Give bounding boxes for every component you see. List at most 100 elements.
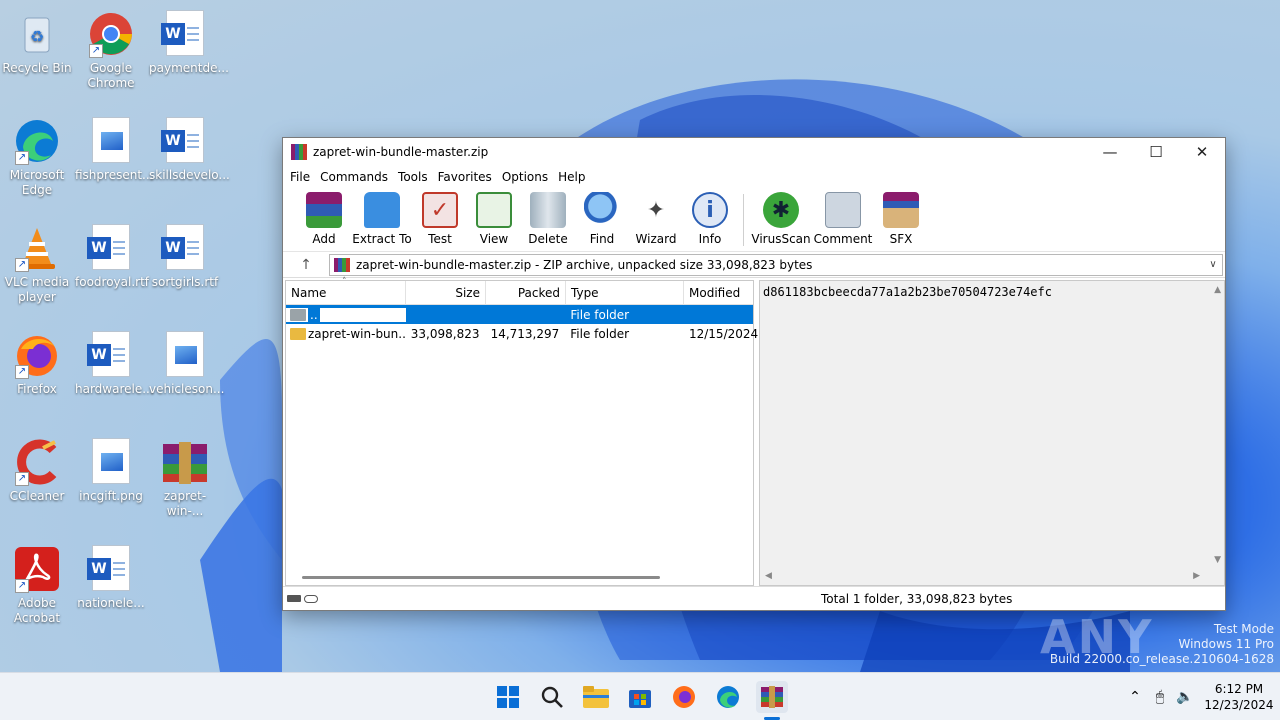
desktop-icon-label: Edge (21, 183, 53, 197)
up-arrow-icon[interactable]: ↑ (283, 257, 329, 273)
chrome-icon: ↗ (87, 10, 135, 58)
archive-path-field[interactable]: zapret-win-bundle-master.zip - ZIP archi… (329, 253, 1223, 276)
menu-tools[interactable]: Tools (393, 170, 433, 184)
file-list[interactable]: Name Size Packed Type Modified ˄ .. File… (285, 277, 758, 586)
menu-bar: File Commands Tools Favorites Options He… (283, 166, 1225, 188)
scroll-right-icon[interactable]: ▶ (1193, 571, 1200, 581)
info-label: Info (698, 232, 722, 246)
desktop-icon-adobe-acrobat[interactable]: ↗ Adobe Acrobat (1, 541, 73, 626)
image-file-icon (161, 331, 209, 379)
winrar-taskbar-button[interactable] (756, 681, 788, 713)
chevron-down-icon[interactable]: ∨ (1204, 259, 1222, 270)
desktop-icon-recycle-bin[interactable]: ♻ Recycle Bin (1, 6, 73, 76)
view-label: View (479, 232, 509, 246)
folder-icon (583, 686, 609, 708)
comment-button[interactable]: Comment (812, 192, 874, 246)
title-bar[interactable]: zapret-win-bundle-master.zip — ☐ ✕ (283, 138, 1225, 166)
sfx-button[interactable]: SFX (874, 192, 928, 246)
column-packed[interactable]: Packed (486, 281, 566, 305)
toolbar: Add Extract To ✓ Test View Delete Find ✦ W… (283, 188, 1225, 252)
scroll-down-icon[interactable]: ▼ (1214, 555, 1221, 565)
desktop-icon-ccleaner[interactable]: ↗ CCleaner (1, 434, 73, 504)
chevron-up-icon[interactable]: ⌃ (1122, 689, 1148, 705)
desktop-icon-label: skillsdevelo... (149, 168, 230, 182)
desktop-icon-zapret-win[interactable]: zapret-win-... (149, 434, 221, 519)
taskbar: ⌃ 🖱 🔈 6:12 PM 12/23/2024 (0, 672, 1280, 720)
info-icon: i (692, 192, 728, 228)
close-button[interactable]: ✕ (1179, 138, 1225, 166)
edge-icon: ↗ (13, 117, 61, 165)
horizontal-scrollbar[interactable] (302, 576, 660, 579)
watermark-line-3: Build 22000.co_release.210604-1628 (1049, 652, 1274, 666)
winrar-window: zapret-win-bundle-master.zip — ☐ ✕ File … (282, 137, 1226, 611)
comment-pane[interactable]: d861183bcbeecda77a1a2b23be70504723e74efc… (759, 280, 1225, 586)
virusscan-button[interactable]: ✱ VirusScan (750, 192, 812, 246)
delete-button[interactable]: Delete (521, 192, 575, 246)
shortcut-arrow-icon: ↗ (15, 365, 29, 379)
menu-file[interactable]: File (285, 170, 315, 184)
network-icon[interactable]: 🖱 (1148, 689, 1172, 705)
drive-indicator[interactable] (283, 594, 327, 603)
extract-to-button[interactable]: Extract To (351, 192, 413, 246)
test-mode-watermark: Test Mode Windows 11 Pro Build 22000.co_… (1050, 622, 1274, 667)
store-button[interactable] (624, 681, 656, 713)
desktop-icon-firefox[interactable]: ↗ Firefox (1, 327, 73, 397)
info-button[interactable]: i Info (683, 192, 737, 246)
desktop-icon-label: hardwarele... (75, 382, 154, 396)
desktop-icon-nationele[interactable]: W nationele... (75, 541, 147, 611)
desktop-icon-incgift[interactable]: incgift.png (75, 434, 147, 504)
find-button[interactable]: Find (575, 192, 629, 246)
scroll-up-icon[interactable]: ▲ (1214, 285, 1221, 295)
vlc-cone-icon: ↗ (13, 224, 61, 272)
desktop-icon-label: sortgirls.rtf (151, 275, 219, 289)
comment-label: Comment (813, 232, 873, 246)
desktop-icon-microsoft-edge[interactable]: ↗ Microsoft Edge (1, 113, 73, 198)
desktop-icon-fishpresent[interactable]: fishpresent... (75, 113, 153, 183)
column-size[interactable]: Size (406, 281, 486, 305)
minimize-button[interactable]: — (1087, 138, 1133, 166)
desktop-icon-label: player (18, 290, 56, 304)
search-button[interactable] (536, 681, 568, 713)
wizard-button[interactable]: ✦ Wizard (629, 192, 683, 247)
start-button[interactable] (492, 681, 524, 713)
menu-commands[interactable]: Commands (315, 170, 393, 184)
desktop-icon-label: VLC media (4, 275, 70, 289)
shortcut-arrow-icon: ↗ (15, 579, 29, 593)
wizard-icon: ✦ (646, 197, 666, 223)
add-label: Add (312, 232, 336, 246)
add-button[interactable]: Add (297, 192, 351, 246)
volume-icon[interactable]: 🔈 (1172, 689, 1198, 705)
status-total: Total 1 folder, 33,098,823 bytes (821, 591, 1013, 606)
clock[interactable]: 6:12 PM 12/23/2024 (1198, 681, 1280, 713)
winrar-app-icon (291, 144, 307, 160)
view-button[interactable]: View (467, 192, 521, 246)
edge-taskbar-button[interactable] (712, 681, 744, 713)
firefox-taskbar-button[interactable] (668, 681, 700, 713)
column-type[interactable]: Type (566, 281, 684, 305)
shortcut-arrow-icon: ↗ (89, 44, 103, 58)
test-button[interactable]: ✓ Test (413, 192, 467, 246)
desktop-icon-foodroyal[interactable]: W foodroyal.rtf (75, 220, 149, 290)
desktop-icon-vlc[interactable]: ↗ VLC media player (1, 220, 73, 305)
desktop-icon-paymentde[interactable]: W paymentde... (149, 6, 229, 76)
menu-options[interactable]: Options (497, 170, 553, 184)
desktop-icon-sortgirls[interactable]: W sortgirls.rtf (149, 220, 221, 290)
column-modified[interactable]: Modified (684, 281, 753, 305)
sfx-label: SFX (889, 232, 913, 246)
desktop-icon-hardwarele[interactable]: W hardwarele... (75, 327, 154, 397)
desktop-icon-skillsdevelo[interactable]: W skillsdevelo... (149, 113, 230, 183)
folder-up-icon (290, 308, 306, 321)
word-doc-icon: W (87, 331, 135, 379)
menu-help[interactable]: Help (553, 170, 590, 184)
watermark-line-2: Windows 11 Pro (1178, 637, 1274, 651)
table-row[interactable]: zapret-win-bun... 33,098,823 14,713,297 … (286, 324, 758, 343)
scroll-left-icon[interactable]: ◀ (765, 571, 772, 581)
desktop-icon-vehicleson[interactable]: vehicleson... (149, 327, 224, 397)
menu-favorites[interactable]: Favorites (433, 170, 497, 184)
file-explorer-button[interactable] (580, 681, 612, 713)
table-row[interactable]: .. File folder (286, 305, 753, 324)
maximize-button[interactable]: ☐ (1133, 138, 1179, 166)
desktop-icon-google-chrome[interactable]: ↗ Google Chrome (75, 6, 147, 91)
ccleaner-icon: ↗ (13, 438, 61, 486)
extract-icon (364, 192, 400, 228)
